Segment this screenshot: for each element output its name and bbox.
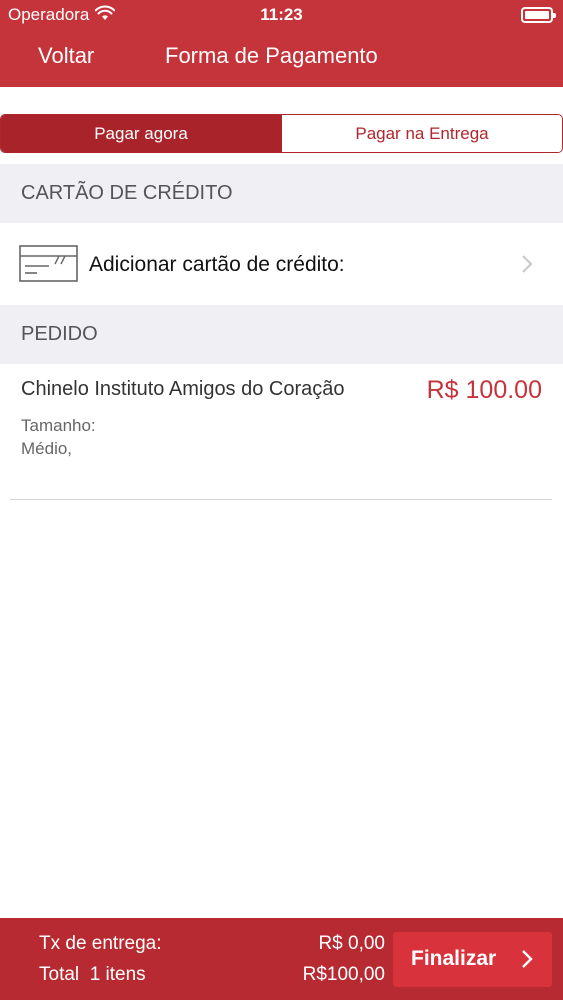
payment-mode-segmented-control: Pagar agora Pagar na Entrega bbox=[0, 114, 563, 153]
status-bar: Operadora 11:23 bbox=[0, 0, 563, 30]
order-item-size-value: Médio, bbox=[21, 439, 73, 458]
chevron-right-icon bbox=[522, 950, 533, 968]
navigation-bar: Voltar Forma de Pagamento bbox=[0, 30, 563, 87]
segment-pay-on-delivery[interactable]: Pagar na Entrega bbox=[281, 115, 562, 152]
credit-card-section-header: CARTÃO DE CRÉDITO bbox=[0, 164, 563, 223]
add-credit-card-label: Adicionar cartão de crédito: bbox=[89, 253, 345, 276]
delivery-fee-label: Tx de entrega: bbox=[39, 933, 162, 954]
finalize-button-label: Finalizar bbox=[411, 947, 497, 970]
total-label: Total 1 itens bbox=[39, 964, 146, 985]
order-item-name: Chinelo Instituto Amigos do Coração bbox=[21, 378, 345, 400]
back-button[interactable]: Voltar bbox=[38, 43, 94, 69]
order-item-price: R$ 100.00 bbox=[426, 376, 542, 404]
segment-pay-now[interactable]: Pagar agora bbox=[1, 115, 281, 152]
order-divider bbox=[10, 499, 552, 500]
battery-icon bbox=[521, 7, 556, 23]
chevron-right-icon bbox=[522, 255, 533, 273]
page-title: Forma de Pagamento bbox=[165, 43, 378, 68]
status-time: 11:23 bbox=[260, 5, 303, 24]
credit-card-icon bbox=[19, 245, 78, 282]
total-value: R$100,00 bbox=[302, 964, 385, 985]
order-section-header: PEDIDO bbox=[0, 305, 563, 364]
finalize-button[interactable]: Finalizar bbox=[393, 932, 552, 987]
delivery-fee-value: R$ 0,00 bbox=[318, 933, 385, 954]
order-item-size-label: Tamanho: bbox=[21, 416, 96, 435]
